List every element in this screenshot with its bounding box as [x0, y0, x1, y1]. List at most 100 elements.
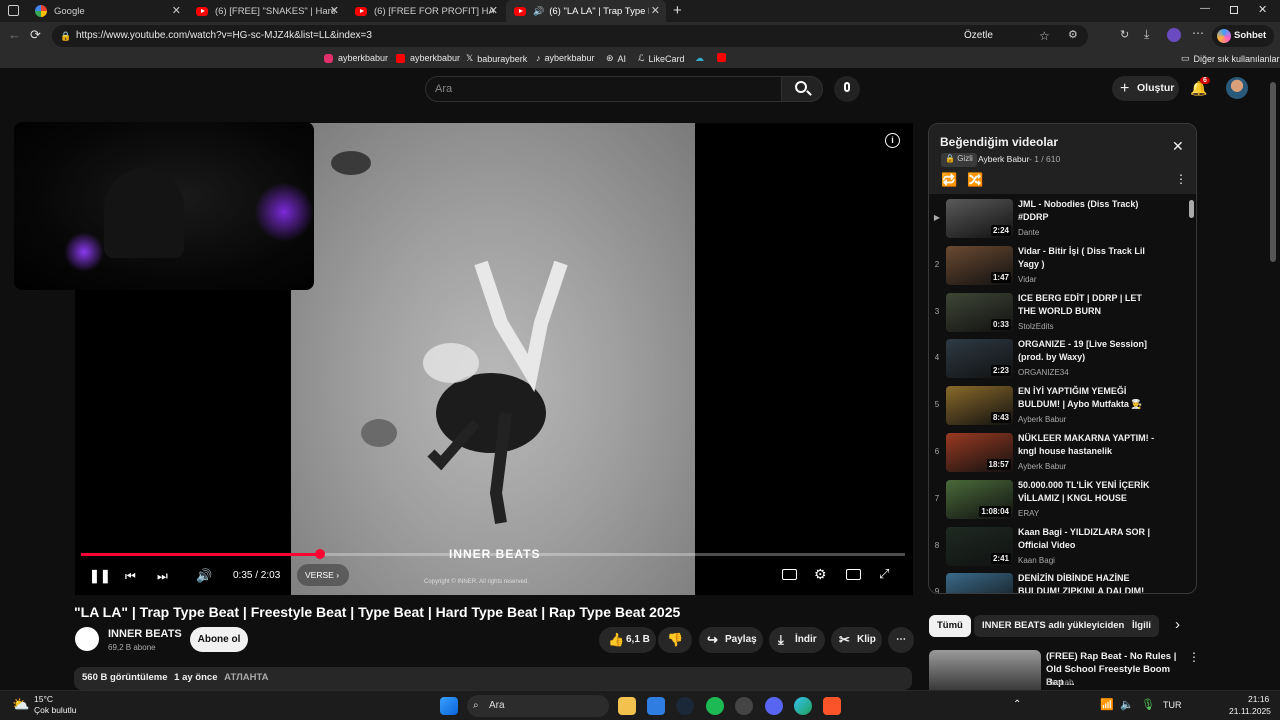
progress-scrubber[interactable] — [314, 549, 325, 559]
address-bar[interactable]: 🔒 https://www.youtube.com/watch?v=HG-sc-… — [52, 25, 1088, 47]
playlist-item-channel[interactable]: Ayberk Babur — [1018, 462, 1066, 471]
edge-icon[interactable] — [794, 697, 812, 715]
tray-overflow-icon[interactable]: ⌃ — [1013, 699, 1021, 710]
page-scrollbar[interactable] — [1270, 82, 1276, 262]
store-icon[interactable] — [647, 697, 665, 715]
bookmark-cloud[interactable]: ☁ — [695, 53, 704, 64]
refresh-icon[interactable]: ⟳ — [30, 27, 41, 43]
chips-next-icon[interactable]: › — [1175, 616, 1180, 633]
download-button[interactable]: ⤓ İndir — [769, 627, 825, 653]
shuffle-icon[interactable]: 🔀 — [967, 172, 983, 188]
playlist-item[interactable]: 2 1:47 Vidar - Bitir İşi ( Diss Track Lil … — [929, 243, 1191, 290]
playlist-item[interactable]: 7 1:08:04 50.000.000 TL'LİK YENİ İÇERİK Vİ… — [929, 477, 1191, 524]
playlist-item-thumbnail[interactable]: 1:47 — [946, 245, 1013, 285]
dislike-button[interactable]: 👎 — [658, 627, 692, 653]
playlist-item-channel[interactable]: Vidar — [1018, 275, 1037, 284]
close-icon[interactable]: ✕ — [1172, 138, 1184, 155]
playlist-item-title[interactable]: Vidar - Bitir İşi ( Diss Track Lil Yagy … — [1018, 245, 1156, 271]
extensions-icon[interactable]: ⚙ — [1068, 28, 1078, 41]
playlist-item[interactable]: 3 0:33 ICE BERG EDİT | DDRP | LET THE WORL… — [929, 290, 1191, 337]
tab-snakes[interactable]: (6) [FREE] "SNAKES" | Hard Trap T ✕ — [188, 0, 345, 22]
close-tab-icon[interactable]: ✕ — [489, 4, 498, 17]
playlist-item-channel[interactable]: ORGANIZE34 — [1018, 368, 1069, 377]
channel-avatar[interactable] — [75, 627, 99, 651]
playlist-item-channel[interactable]: Dante — [1018, 228, 1039, 237]
playlist-item-thumbnail[interactable]: 2:23 — [946, 339, 1013, 379]
bookmark-x[interactable]: 𝕏baburayberk — [466, 53, 527, 64]
video-info-icon[interactable]: i — [885, 133, 900, 148]
loop-icon[interactable]: 🔁 — [941, 172, 957, 188]
recommended-thumbnail[interactable] — [929, 650, 1041, 690]
playlist-item[interactable]: 5 8:43 EN İYİ YAPTIĞIM YEMEĞİ BULDUM! | Ay… — [929, 383, 1191, 430]
clock-date[interactable]: 21.11.2025 — [1229, 706, 1271, 716]
recommended-menu-icon[interactable]: ⋮ — [1188, 650, 1200, 664]
favorite-star-icon[interactable]: ☆ — [1039, 25, 1050, 47]
playlist-item-title[interactable]: Kaan Bagi - YILDIZLARA SOR | Official Vi… — [1018, 526, 1156, 552]
playlist-item-thumbnail[interactable]: 18:57 — [946, 433, 1013, 472]
playlist-item-title[interactable]: DENİZİN DİBİNDE HAZİNE BULDUM! ZIPKINLA … — [1018, 572, 1156, 593]
volume-tray-icon[interactable]: 🔈 — [1120, 698, 1134, 711]
bookmark-youtube[interactable]: ayberkbabur — [396, 53, 460, 63]
playlist-item-thumbnail[interactable]: 2:24 — [946, 199, 1013, 238]
summarize-button[interactable]: Özetle — [964, 25, 993, 47]
steam-icon[interactable] — [676, 697, 694, 715]
search-input[interactable]: Ara — [425, 76, 782, 102]
playlist-item-thumbnail[interactable]: 1:08:04 — [946, 479, 1013, 519]
weather-widget[interactable]: ⛅ 15°C Çok bulutlu — [12, 694, 102, 718]
playlist-item-channel[interactable]: Kaan Bagi — [1018, 556, 1055, 565]
fullscreen-icon[interactable]: ⤢ — [879, 566, 889, 582]
steelseries-icon[interactable] — [735, 697, 753, 715]
playlist-item[interactable]: 6 18:57 NÜKLEER MAKARNA YAPTIM! - kngl hou… — [929, 430, 1191, 477]
close-tab-icon[interactable]: ✕ — [651, 4, 660, 17]
playlist-item[interactable]: ▶ 2:24 JML - Nobodies (Diss Track) #DDRP Da… — [929, 196, 1191, 243]
language-indicator[interactable]: TUR — [1163, 700, 1182, 710]
playlist-item-thumbnail[interactable]: 2:41 — [946, 526, 1013, 566]
maximize-button[interactable] — [1230, 6, 1238, 14]
bookmark-youtube-2[interactable] — [717, 53, 731, 62]
start-button[interactable] — [440, 697, 458, 715]
pause-button[interactable]: ❚❚ — [89, 568, 111, 584]
tab-google[interactable]: Google ✕ — [27, 0, 187, 22]
close-tab-icon[interactable]: ✕ — [330, 4, 339, 17]
file-explorer-icon[interactable] — [618, 697, 636, 715]
more-menu-icon[interactable]: ⋯ — [1192, 26, 1204, 40]
volume-icon[interactable]: 🔊 — [196, 568, 212, 584]
voice-search-button[interactable] — [834, 76, 860, 102]
bookmark-tiktok[interactable]: ♪ ayberkbabur — [536, 53, 595, 63]
playlist-item-title[interactable]: ICE BERG EDİT | DDRP | LET THE WORLD BUR… — [1018, 292, 1156, 318]
playlist-menu-icon[interactable]: ⋮ — [1175, 172, 1187, 186]
create-button[interactable]: + Oluştur — [1112, 76, 1179, 101]
playlist-item-title[interactable]: ORGANIZE - 19 [Live Session] (prod. by W… — [1018, 338, 1156, 364]
playlist-item-channel[interactable]: Ayberk Babur — [1018, 415, 1066, 424]
playlist-item-title[interactable]: EN İYİ YAPTIĞIM YEMEĞİ BULDUM! | Aybo Mu… — [1018, 385, 1156, 411]
like-button[interactable]: 👍 6,1 B — [599, 627, 656, 653]
playlist-item-title[interactable]: 50.000.000 TL'LİK YENİ İÇERİK VİLLAMIZ |… — [1018, 479, 1156, 505]
speaker-icon[interactable]: 🔊 — [533, 6, 544, 17]
copilot-button[interactable]: Sohbet et — [1212, 25, 1274, 63]
miniplayer-icon[interactable] — [846, 569, 861, 580]
tab-actions-icon[interactable] — [8, 5, 19, 16]
new-tab-button[interactable]: + — [673, 2, 682, 19]
account-avatar[interactable] — [1226, 77, 1248, 99]
playlist-title[interactable]: Beğendiğim videolar — [940, 135, 1058, 149]
chip-related[interactable]: İlgili — [1124, 615, 1159, 637]
playlist-item[interactable]: 9 DENİZİN DİBİNDE HAZİNE BULDUM! ZIPKINLA… — [929, 570, 1191, 593]
discord-icon[interactable] — [765, 697, 783, 715]
share-button[interactable]: ↪ Paylaş — [699, 627, 763, 653]
notifications-button[interactable]: 🔔 6 — [1190, 77, 1210, 97]
playlist-item-channel[interactable]: ERAY — [1018, 509, 1039, 518]
search-button[interactable] — [781, 76, 823, 102]
minimize-button[interactable]: — — [1200, 3, 1210, 14]
tab-la-la[interactable]: 🔊 (6) "LA LA" | Trap Type Beat | F ✕ — [506, 0, 666, 22]
subscribe-button[interactable]: Abone ol — [190, 627, 248, 652]
tab-hard-bounce[interactable]: (6) [FREE FOR PROFIT] HARD BOU ✕ — [347, 0, 504, 22]
playlist-item[interactable]: 4 2:23 ORGANIZE - 19 [Live Session] (prod.… — [929, 336, 1191, 383]
bookmark-ai[interactable]: ⊛ AI — [606, 53, 626, 64]
playlist-scrollbar[interactable] — [1189, 200, 1194, 218]
playlist-item-thumbnail[interactable]: 8:43 — [946, 386, 1013, 426]
previous-button[interactable]: ⏮ — [125, 569, 136, 584]
history-icon[interactable]: ↻ — [1120, 28, 1129, 41]
back-icon[interactable]: ← — [8, 27, 21, 42]
site-info-icon[interactable]: 🔒 — [60, 25, 71, 47]
bookmark-likecard[interactable]: ℒ LikeCard — [638, 53, 685, 64]
